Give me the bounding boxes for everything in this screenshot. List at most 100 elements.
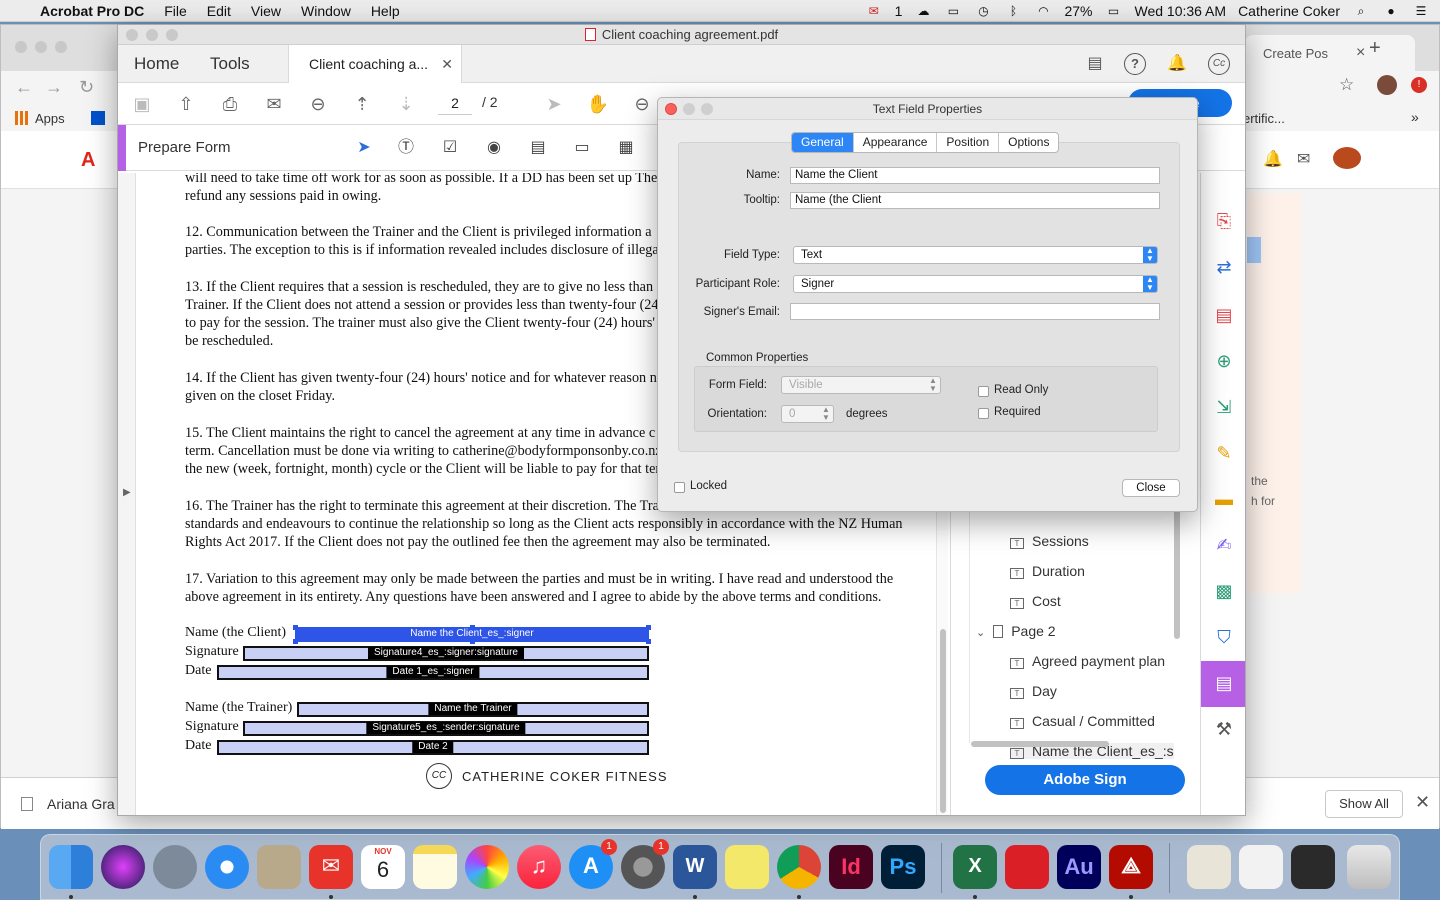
field-group-page-2[interactable]: ⌄ Page 2	[976, 623, 1056, 639]
tab-general[interactable]: General	[792, 133, 854, 152]
list-box-tool-icon[interactable]: ▤	[526, 137, 550, 159]
profile-avatar[interactable]	[1377, 75, 1397, 95]
prepare-form-tool-icon[interactable]: ▤	[1212, 671, 1236, 695]
upload-icon[interactable]: ⇧	[174, 93, 198, 115]
mail-status-icon[interactable]: ✉	[865, 4, 883, 18]
tab-options[interactable]: Options	[999, 133, 1058, 152]
itunes-icon[interactable]: ♫	[517, 845, 561, 889]
dropdown-tool-icon[interactable]: ▭	[570, 137, 594, 159]
photoshop-icon[interactable]: Ps	[881, 845, 925, 889]
siri-icon[interactable]: ●	[1382, 4, 1400, 18]
scan-icon[interactable]: ⇲	[1212, 395, 1236, 419]
zoom-search-icon[interactable]: ⊖	[306, 93, 330, 115]
close-download-bar-icon[interactable]: ✕	[1415, 792, 1430, 813]
site-mail-icon[interactable]: ✉	[1297, 149, 1310, 169]
hand-tool-icon[interactable]: ✋	[586, 93, 610, 115]
chrome-icon[interactable]	[777, 845, 821, 889]
excel-icon[interactable]: X	[953, 845, 997, 889]
signers-email-input[interactable]	[790, 303, 1160, 320]
show-all-button[interactable]: Show All	[1325, 790, 1403, 818]
form-field-select[interactable]: Visible ▲ ▼	[781, 376, 941, 394]
create-pdf-icon[interactable]: ⎘	[1212, 209, 1236, 233]
form-field-trainer-name[interactable]: Name the Trainer	[297, 702, 649, 717]
expand-left-panel-icon[interactable]: ▶	[123, 487, 131, 498]
zoom-icon[interactable]	[166, 29, 178, 41]
select-arrow-icon[interactable]: ➤	[542, 93, 566, 115]
user-name[interactable]: Catherine Coker	[1238, 3, 1340, 19]
close-icon[interactable]	[665, 103, 677, 115]
bluetooth-icon[interactable]: ᛒ	[1004, 4, 1022, 18]
email-icon[interactable]: ✉	[262, 93, 286, 115]
audition-icon[interactable]: Au	[1057, 845, 1101, 889]
tab-position[interactable]: Position	[937, 133, 1000, 152]
help-icon[interactable]: ?	[1124, 53, 1146, 75]
bookmark-star-icon[interactable]: ☆	[1339, 75, 1354, 95]
close-document-tab-icon[interactable]: ✕	[441, 45, 453, 83]
time-machine-icon[interactable]: ◷	[974, 4, 992, 18]
organize-pages-icon[interactable]: ▤	[1212, 303, 1236, 327]
downloads-stack-icon[interactable]	[1239, 845, 1283, 889]
word-icon[interactable]: W	[673, 845, 717, 889]
siri-dock-icon[interactable]	[101, 845, 145, 889]
fill-sign-icon[interactable]: ✍	[1212, 533, 1236, 557]
comment-tool-icon[interactable]: ▬	[1212, 487, 1236, 511]
resize-handle[interactable]	[646, 639, 651, 644]
creative-cloud-icon[interactable]: ☁	[914, 4, 932, 18]
minimize-icon[interactable]	[683, 103, 695, 115]
reload-icon[interactable]: ↻	[79, 77, 94, 98]
notes-icon[interactable]	[413, 845, 457, 889]
safari-icon[interactable]	[205, 845, 249, 889]
field-item-cost[interactable]: T Cost	[1010, 593, 1061, 609]
edit-pdf-icon[interactable]: ✎	[1212, 441, 1236, 465]
resize-handle[interactable]	[293, 639, 298, 644]
read-only-label[interactable]: Read Only	[994, 384, 1048, 396]
bookmark-apps[interactable]: Apps	[35, 111, 65, 126]
preview-icon[interactable]	[257, 845, 301, 889]
checkbox-tool-icon[interactable]: ☑	[438, 137, 462, 159]
close-button[interactable]: Close	[1122, 479, 1180, 497]
field-item-day[interactable]: T Day	[1010, 683, 1057, 699]
print-production-icon[interactable]: ▩	[1212, 579, 1236, 603]
protect-icon[interactable]: ⛉	[1212, 625, 1236, 649]
form-field-trainer-signature[interactable]: Signature5_es_:sender:signature	[243, 721, 649, 736]
tab-appearance[interactable]: Appearance	[854, 133, 938, 152]
tab-tools[interactable]: Tools	[210, 54, 250, 74]
account-avatar-icon[interactable]: Cc	[1208, 53, 1230, 75]
print-icon[interactable]: ⎙	[218, 93, 242, 115]
notifications-bell-icon[interactable]: 🔔	[1166, 53, 1188, 75]
read-only-checkbox[interactable]	[978, 386, 989, 397]
orientation-select[interactable]: 0 ▲ ▼	[781, 405, 834, 423]
airplay-icon[interactable]: ▭	[944, 4, 962, 18]
acrobat-dock-icon[interactable]: ⟁	[1109, 845, 1153, 889]
tab-home[interactable]: Home	[134, 54, 179, 74]
clock[interactable]: Wed 10:36 AM	[1134, 3, 1226, 19]
extension-alert-icon[interactable]: !	[1411, 77, 1427, 93]
close-icon[interactable]	[15, 41, 27, 53]
calendar-icon[interactable]: NOV 6	[361, 845, 405, 889]
trash-icon[interactable]	[1347, 845, 1391, 889]
radio-button-tool-icon[interactable]: ◉	[482, 137, 506, 159]
document-scroll-thumb[interactable]	[940, 629, 946, 813]
menu-help[interactable]: Help	[371, 3, 400, 19]
back-icon[interactable]: ←	[15, 77, 33, 98]
fields-horizontal-scrollbar[interactable]	[971, 741, 1109, 747]
comment-icon[interactable]: ▤	[1084, 53, 1106, 75]
stickies-icon[interactable]	[725, 845, 769, 889]
field-item-agreed-payment-plan[interactable]: T Agreed payment plan	[1010, 653, 1165, 669]
battery-icon[interactable]: ▭	[1104, 4, 1122, 18]
name-input[interactable]: Name the Client	[790, 167, 1160, 184]
form-field-client-date[interactable]: Date 1_es_:signer	[217, 665, 649, 680]
airmail-icon[interactable]: ✉	[309, 845, 353, 889]
page-number-input[interactable]: 2	[438, 91, 472, 115]
zoom-icon[interactable]	[701, 103, 713, 115]
fields-vertical-scrollbar[interactable]	[1174, 509, 1180, 639]
photos-icon[interactable]	[465, 845, 509, 889]
launchpad-icon[interactable]	[153, 845, 197, 889]
documents-stack-icon[interactable]	[1187, 845, 1231, 889]
participant-role-select[interactable]: Signer ▲ ▼	[793, 275, 1158, 293]
field-type-select[interactable]: Text ▲ ▼	[793, 246, 1158, 264]
tooltip-input[interactable]: Name (the Client	[790, 192, 1160, 209]
site-bell-icon[interactable]: 🔔	[1263, 149, 1283, 169]
bookmark-certific[interactable]: ertific...	[1243, 111, 1285, 126]
form-field-client-signature[interactable]: Signature4_es_:signer:signature	[243, 646, 649, 661]
